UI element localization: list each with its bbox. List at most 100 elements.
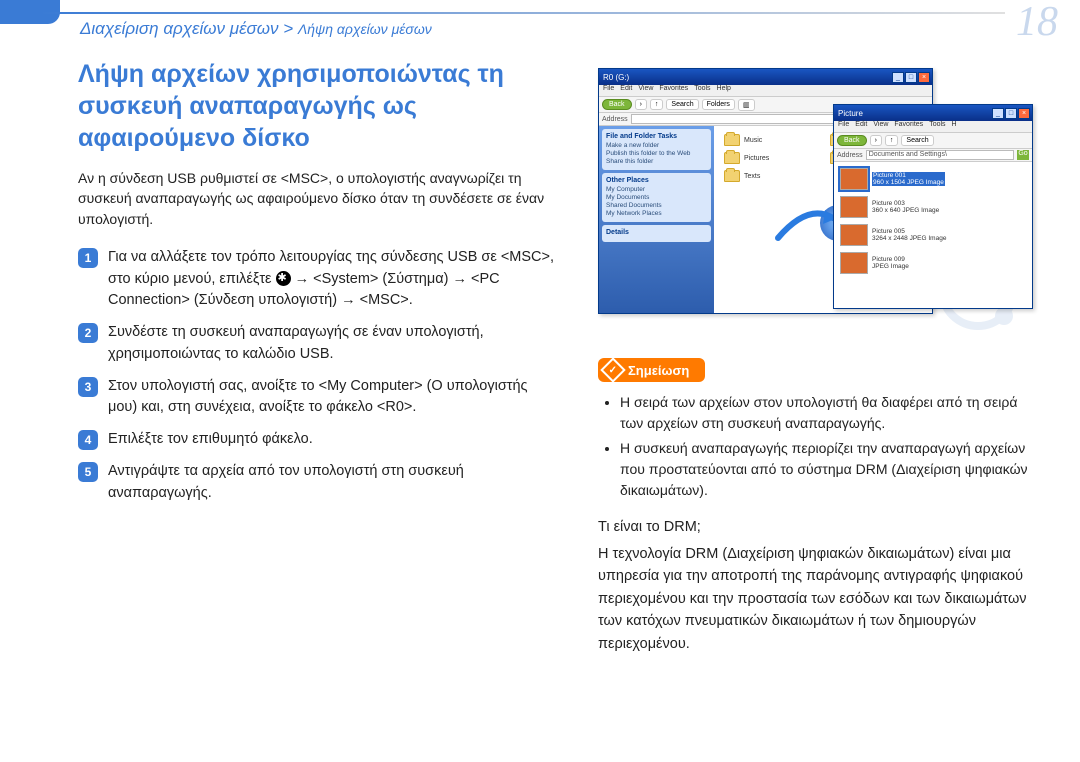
note-label: Σημείωση — [628, 363, 689, 378]
forward-button[interactable]: › — [870, 135, 882, 146]
details-panel: Details — [602, 225, 711, 242]
menu-item[interactable]: View — [873, 121, 888, 132]
toolbar: Back › ↑ Search — [834, 133, 1032, 149]
picture-item[interactable]: Picture 003360 x 640 JPEG Image — [840, 196, 1026, 218]
menu-item[interactable]: File — [838, 121, 849, 132]
back-button[interactable]: Back — [602, 99, 632, 110]
panel-heading: File and Folder Tasks — [606, 133, 707, 140]
place-link[interactable]: My Documents — [606, 194, 707, 201]
note-block: ✓ Σημείωση Η σειρά των αρχείων στον υπολ… — [598, 358, 1038, 655]
step-number: 5 — [78, 462, 98, 482]
step-3: 3 Στον υπολογιστή σας, ανοίξτε το <My Co… — [78, 376, 558, 420]
step-4: 4 Επιλέξτε τον επιθυμητό φάκελο. — [78, 429, 558, 451]
thumbnail-list: Picture 001960 x 1504 JPEG Image Picture… — [834, 162, 1032, 280]
folder-icon — [724, 134, 740, 146]
task-link[interactable]: Share this folder — [606, 158, 707, 165]
views-button[interactable]: ▥ — [738, 99, 755, 111]
folder-item[interactable]: Music — [724, 134, 820, 146]
folder-label: Music — [744, 137, 762, 144]
titlebar: R0 (G:) _□× — [599, 69, 932, 85]
menubar: File Edit View Favorites Tools Help — [599, 85, 932, 97]
folder-item[interactable]: Pictures — [724, 152, 820, 164]
forward-button[interactable]: › — [635, 99, 647, 110]
menu-item[interactable]: Help — [717, 85, 731, 96]
page-header: Διαχείριση αρχείων μέσων > Λήψη αρχείων … — [0, 0, 1080, 50]
picture-item[interactable]: Picture 001960 x 1504 JPEG Image — [840, 168, 1026, 190]
window-title: R0 (G:) — [603, 73, 629, 82]
step-number: 2 — [78, 323, 98, 343]
thumbnail-label: Picture 0053264 x 2448 JPEG Image — [872, 228, 946, 242]
thumbnail-icon — [840, 196, 868, 218]
page-body: Λήψη αρχείων χρησιμοποιώντας τη συσκευή … — [0, 50, 1080, 675]
task-link[interactable]: Publish this folder to the Web — [606, 150, 707, 157]
file-folder-tasks-panel: File and Folder Tasks Make a new folder … — [602, 129, 711, 170]
search-button[interactable]: Search — [666, 99, 698, 110]
window-buttons: _□× — [891, 72, 930, 83]
maximize-icon[interactable]: □ — [905, 72, 917, 83]
step-1: 1 Για να αλλάξετε τον τρόπο λειτουργίας … — [78, 247, 558, 312]
menu-item[interactable]: File — [603, 85, 614, 96]
window-title: Picture — [838, 109, 863, 118]
breadcrumb-main: Διαχείριση αρχείων μέσων > — [80, 19, 298, 38]
drm-text: Η τεχνολογία DRM (Διαχείριση ψηφιακών δι… — [598, 543, 1038, 655]
note-icon: ✓ — [600, 357, 625, 382]
note-header: ✓ Σημείωση — [598, 358, 705, 382]
thumbnail-label: Picture 001960 x 1504 JPEG Image — [872, 172, 945, 186]
menu-item[interactable]: View — [638, 85, 653, 96]
address-bar: Address Documents and Settings\ Go — [834, 149, 1032, 162]
step-text: Συνδέστε τη συσκευή αναπαραγωγής σε έναν… — [108, 322, 558, 366]
step-text: Για να αλλάξετε τον τρόπο λειτουργίας τη… — [108, 247, 558, 312]
menu-item[interactable]: H — [952, 121, 957, 132]
intro-text: Αν η σύνδεση USB ρυθμιστεί σε <MSC>, ο υ… — [78, 168, 558, 229]
menu-item[interactable]: Favorites — [894, 121, 923, 132]
breadcrumb: Διαχείριση αρχείων μέσων > Λήψη αρχείων … — [80, 19, 432, 39]
menu-item[interactable]: Tools — [694, 85, 710, 96]
go-button[interactable]: Go — [1017, 150, 1029, 160]
up-button[interactable]: ↑ — [650, 99, 664, 110]
page-title: Λήψη αρχείων χρησιμοποιώντας τη συσκευή … — [78, 58, 558, 154]
picture-item[interactable]: Picture 009JPEG Image — [840, 252, 1026, 274]
thumbnail-label: Picture 009JPEG Image — [872, 256, 909, 270]
titlebar: Picture _□× — [834, 105, 1032, 121]
explorer-window-picture: Picture _□× File Edit View Favorites Too… — [833, 104, 1033, 309]
side-panel: File and Folder Tasks Make a new folder … — [599, 126, 714, 313]
place-link[interactable]: My Network Places — [606, 210, 707, 217]
menu-item[interactable]: Edit — [855, 121, 867, 132]
step-text: Επιλέξτε τον επιθυμητό φάκελο. — [108, 429, 558, 451]
task-link[interactable]: Make a new folder — [606, 142, 707, 149]
address-label: Address — [602, 116, 628, 123]
step-number: 1 — [78, 248, 98, 268]
step-5: 5 Αντιγράψτε τα αρχεία από τον υπολογιστ… — [78, 461, 558, 505]
close-icon[interactable]: × — [918, 72, 930, 83]
panel-heading: Details — [606, 229, 707, 236]
place-link[interactable]: Shared Documents — [606, 202, 707, 209]
address-label: Address — [837, 152, 863, 159]
window-buttons: _□× — [991, 108, 1030, 119]
menu-item[interactable]: Favorites — [659, 85, 688, 96]
thumbnail-icon — [840, 252, 868, 274]
address-input[interactable]: Documents and Settings\ — [866, 150, 1014, 160]
picture-item[interactable]: Picture 0053264 x 2448 JPEG Image — [840, 224, 1026, 246]
thumbnail-label: Picture 003360 x 640 JPEG Image — [872, 200, 939, 214]
menu-item[interactable]: Tools — [929, 121, 945, 132]
right-column: R0 (G:) _□× File Edit View Favorites Too… — [598, 58, 1038, 655]
folder-label: Pictures — [744, 155, 769, 162]
folders-button[interactable]: Folders — [702, 99, 735, 110]
folder-item[interactable]: Texts — [724, 170, 820, 182]
search-button[interactable]: Search — [901, 135, 933, 146]
drm-title: Τι είναι το DRM; — [598, 519, 1038, 535]
back-button[interactable]: Back — [837, 135, 867, 146]
up-button[interactable]: ↑ — [885, 135, 899, 146]
minimize-icon[interactable]: _ — [892, 72, 904, 83]
minimize-icon[interactable]: _ — [992, 108, 1004, 119]
folder-icon — [724, 152, 740, 164]
maximize-icon[interactable]: □ — [1005, 108, 1017, 119]
menu-item[interactable]: Edit — [620, 85, 632, 96]
place-link[interactable]: My Computer — [606, 186, 707, 193]
step-text: Αντιγράψτε τα αρχεία από τον υπολογιστή … — [108, 461, 558, 505]
header-divider — [40, 12, 1005, 14]
page-number: 18 — [1016, 0, 1058, 46]
menubar: File Edit View Favorites Tools H — [834, 121, 1032, 133]
folder-icon — [724, 170, 740, 182]
close-icon[interactable]: × — [1018, 108, 1030, 119]
